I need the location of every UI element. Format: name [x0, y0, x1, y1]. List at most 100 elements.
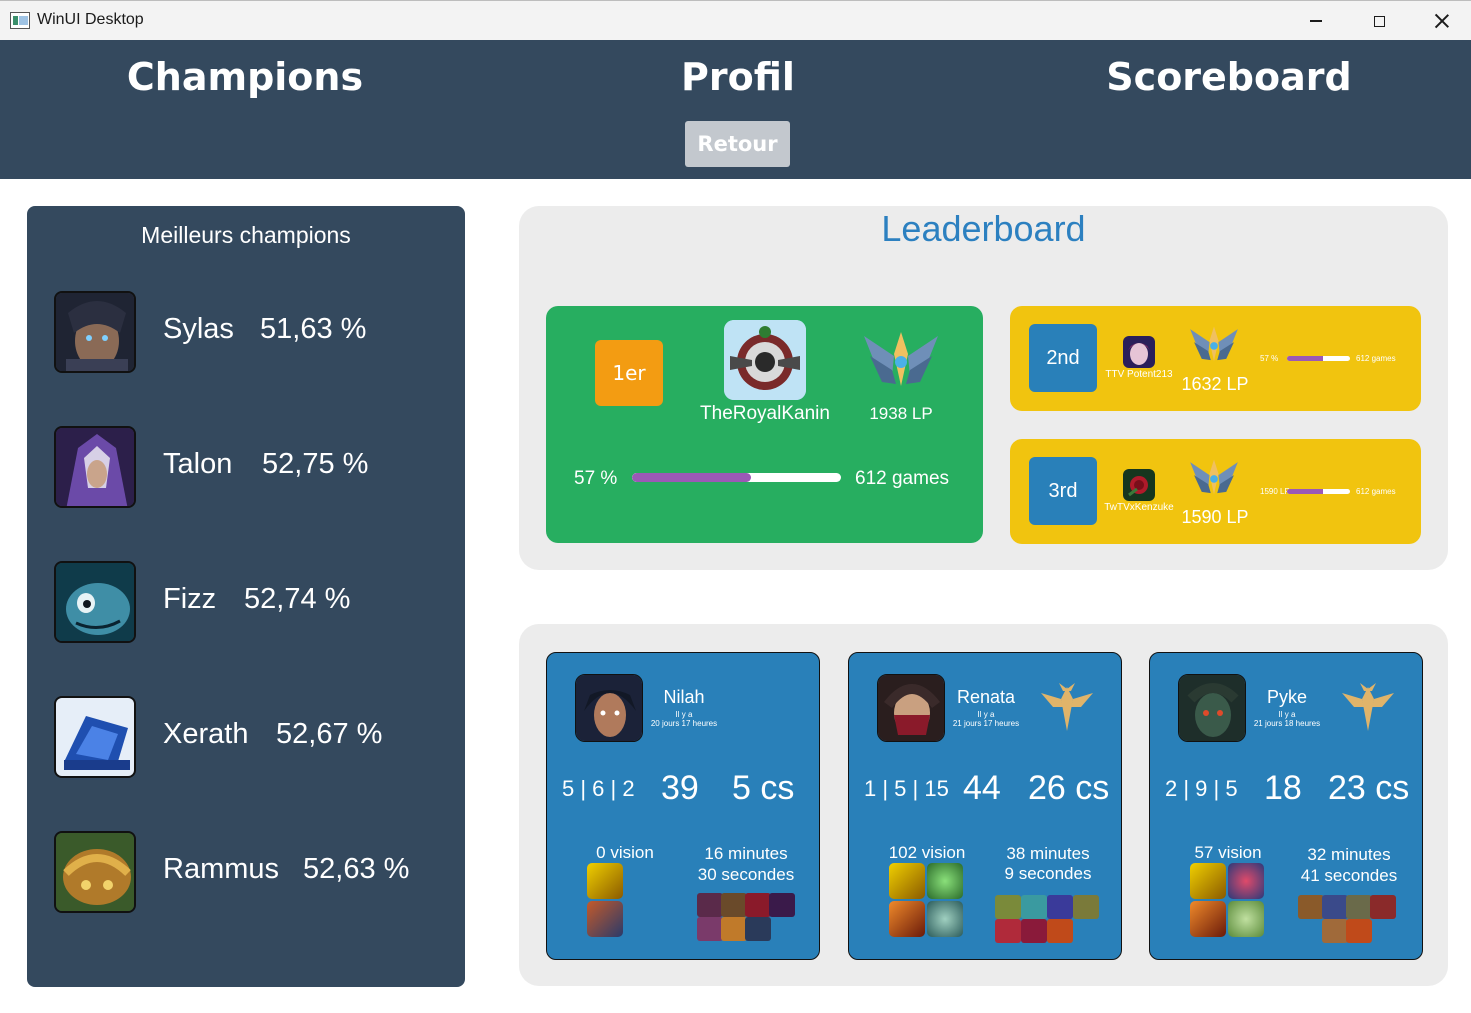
close-button[interactable]: [1411, 1, 1471, 41]
item-icon: [745, 917, 771, 941]
exhaust-spell-icon: [927, 901, 963, 937]
match-kda: 1 | 5 | 15: [864, 776, 949, 801]
ignite-spell-icon: [889, 901, 925, 937]
nav-header: Champions Profil Scoreboard Retour: [0, 40, 1471, 179]
close-icon: [1435, 14, 1449, 28]
player-lp: 1938 LP: [869, 404, 933, 423]
leaderboard-panel: Leaderboard 1er TheRoyalKanin 1938 LP 57…: [519, 206, 1448, 570]
match-card-nilah[interactable]: Nilah Il y a 20 jours 17 heures 5 | 6 | …: [546, 652, 820, 960]
item-icon: [1322, 919, 1348, 943]
match-vision: 57 vision: [1194, 843, 1262, 862]
barrier-spell-icon: [1228, 901, 1264, 937]
ignite-spell-icon: [1190, 901, 1226, 937]
match-score: 39: [661, 769, 699, 807]
champion-name: Rammus: [163, 853, 280, 885]
summoner-spells: [889, 863, 969, 937]
best-champions-panel: Meilleurs champions Sylas 51,63 % Talon …: [27, 206, 465, 987]
winrate-bar: [1287, 489, 1350, 494]
player-lp: 1632 LP: [1181, 374, 1249, 394]
item-icon: [1047, 919, 1073, 943]
item-icon: [1298, 895, 1324, 919]
champion-avatar-pyke: [1178, 674, 1246, 742]
rank-badge: 3rd: [1029, 457, 1097, 525]
champion-row-rammus[interactable]: Rammus 52,63 %: [54, 831, 454, 913]
champion-winrate: 52,67 %: [276, 718, 383, 750]
leaderboard-third-card[interactable]: 3rd TwTVxKenzuke 1590 LP 1590 LP 612 gam…: [1010, 439, 1421, 544]
app-icon: [10, 12, 30, 29]
champion-row-sylas[interactable]: Sylas 51,63 %: [54, 291, 454, 373]
winrate-bar-fill: [1287, 356, 1323, 361]
winrate-bar-fill: [1287, 489, 1323, 494]
champion-avatar-sylas: [54, 291, 136, 373]
champion-name: Sylas: [163, 313, 234, 345]
best-champions-title: Meilleurs champions: [141, 222, 351, 248]
match-duration-seconds: 41 secondes: [1300, 866, 1398, 885]
challenger-rank-icon: [856, 326, 946, 392]
match-card-pyke[interactable]: Pyke Il y a 21 jours 18 heures 2 | 9 | 5…: [1149, 652, 1423, 960]
champion-winrate: 52,75 %: [262, 448, 369, 480]
leaderboard-second-card[interactable]: 2nd TTV Potent213 1632 LP 57 % 612 games: [1010, 306, 1421, 411]
champion-row-fizz[interactable]: Fizz 52,74 %: [54, 561, 454, 643]
item-icon: [721, 917, 747, 941]
match-duration-minutes: 38 minutes: [1006, 844, 1090, 863]
challenger-rank-icon: [1185, 322, 1243, 366]
champion-avatar-fizz: [54, 561, 136, 643]
match-ago: 21 jours 17 heures: [952, 719, 1020, 728]
match-champion-name: Nilah: [663, 687, 705, 707]
player-winrate: 57 %: [1260, 354, 1279, 363]
champion-winrate: 52,74 %: [244, 583, 351, 615]
flash-spell-icon: [587, 863, 623, 899]
champion-row-xerath[interactable]: Xerath 52,67 %: [54, 696, 454, 778]
ghost-spell-icon: [587, 901, 623, 937]
back-button[interactable]: Retour: [685, 121, 790, 167]
match-cs: 5 cs: [732, 769, 795, 807]
maximize-button[interactable]: [1348, 1, 1410, 41]
winrate-bar: [632, 473, 841, 482]
nav-profil-link[interactable]: Profil: [538, 55, 938, 99]
player-lp: 1590 LP: [1181, 507, 1249, 527]
match-champion-name: Pyke: [1266, 687, 1308, 707]
match-duration-minutes: 32 minutes: [1307, 845, 1391, 864]
item-icon: [769, 893, 795, 917]
player-winrate: 1590 LP: [1260, 487, 1290, 496]
champion-winrate: 52,63 %: [303, 853, 410, 885]
match-champion-name: Renata: [956, 687, 1016, 707]
player-winrate: 57 %: [574, 468, 618, 489]
winrate-bar-fill: [632, 473, 752, 482]
flash-spell-icon: [1190, 863, 1226, 899]
minimize-button[interactable]: [1285, 1, 1347, 41]
match-items: [995, 895, 1105, 947]
smite-spell-icon: [1228, 863, 1264, 899]
champion-row-talon[interactable]: Talon 52,75 %: [54, 426, 454, 508]
champion-name: Talon: [163, 448, 233, 480]
match-duration-minutes: 16 minutes: [704, 844, 788, 863]
match-ago-prefix: Il y a: [1278, 710, 1296, 719]
winrate-bar: [1287, 356, 1350, 361]
challenger-rank-icon: [1185, 455, 1243, 499]
match-history-panel: Nilah Il y a 20 jours 17 heures 5 | 6 | …: [519, 624, 1448, 986]
match-score: 18: [1264, 769, 1302, 807]
match-ago: 21 jours 18 heures: [1253, 719, 1321, 728]
support-role-icon: [1338, 681, 1398, 733]
nav-scoreboard-link[interactable]: Scoreboard: [1029, 55, 1429, 99]
champion-avatar-rammus: [54, 831, 136, 913]
match-cs: 26 cs: [1028, 769, 1110, 807]
match-kda: 2 | 9 | 5: [1165, 776, 1238, 801]
leaderboard-title: Leaderboard: [881, 208, 1086, 249]
minimize-icon: [1310, 20, 1322, 22]
player-games: 612 games: [1356, 354, 1396, 363]
player-name: TheRoyalKanin: [700, 403, 830, 424]
nav-champions-link[interactable]: Champions: [45, 55, 445, 99]
match-vision: 0 vision: [596, 843, 654, 862]
match-vision: 102 vision: [888, 843, 966, 862]
leaderboard-first-card[interactable]: 1er TheRoyalKanin 1938 LP 57 % 612 games: [546, 306, 983, 543]
item-icon: [697, 917, 723, 941]
champion-winrate: 51,63 %: [260, 313, 367, 345]
match-card-renata[interactable]: Renata Il y a 21 jours 17 heures 1 | 5 |…: [848, 652, 1122, 960]
rank-badge: 2nd: [1029, 324, 1097, 392]
match-score: 44: [963, 769, 1001, 807]
summoner-spells: [1190, 863, 1270, 937]
player-avatar: [724, 320, 806, 400]
item-icon: [1073, 895, 1099, 919]
champion-avatar-talon: [54, 426, 136, 508]
